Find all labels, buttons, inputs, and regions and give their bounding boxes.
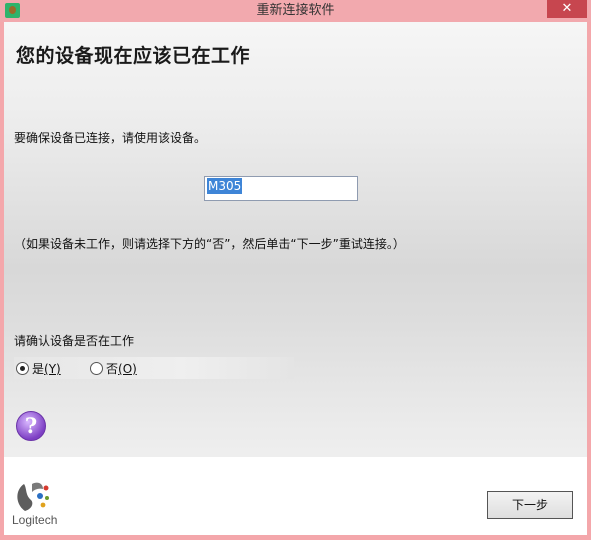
instruction-text: 要确保设备已连接，请使用该设备。	[14, 131, 207, 145]
window: 重新连接软件 ✕ 您的设备现在应该已在工作 要确保设备已连接，请使用该设备。 M…	[0, 0, 591, 540]
help-icon[interactable]: ?	[16, 411, 46, 441]
close-icon: ✕	[561, 1, 573, 16]
confirm-label: 请确认设备是否在工作	[14, 334, 135, 348]
radio-yes[interactable]: 是(Y)	[16, 360, 61, 377]
dialog-content: 您的设备现在应该已在工作 要确保设备已连接，请使用该设备。 M305 （如果设备…	[4, 22, 587, 535]
logitech-logo: Logitech	[12, 478, 72, 528]
radio-yes-dot[interactable]	[16, 362, 29, 375]
window-title: 重新连接软件	[256, 3, 335, 18]
logitech-logo-mark	[17, 482, 49, 511]
close-button[interactable]: ✕	[547, 0, 587, 18]
hint-text: （如果设备未工作，则请选择下方的“否”，然后单击“下一步”重试连接。）	[14, 237, 405, 251]
radio-no-label: 否(O)	[106, 362, 137, 376]
page-title: 您的设备现在应该已在工作	[16, 45, 251, 67]
footer: Logitech 下一步	[4, 457, 587, 535]
radio-yes-label: 是(Y)	[32, 362, 61, 376]
radio-no-dot[interactable]	[90, 362, 103, 375]
title-bar: 重新连接软件 ✕	[0, 0, 591, 22]
radio-no[interactable]: 否(O)	[90, 360, 137, 377]
brand-name: Logitech	[12, 513, 58, 527]
device-name-value: M305	[207, 178, 243, 194]
next-button[interactable]: 下一步	[487, 491, 573, 519]
radio-group: 是(Y) 否(O)	[14, 357, 294, 379]
device-name-field[interactable]: M305	[204, 176, 358, 201]
